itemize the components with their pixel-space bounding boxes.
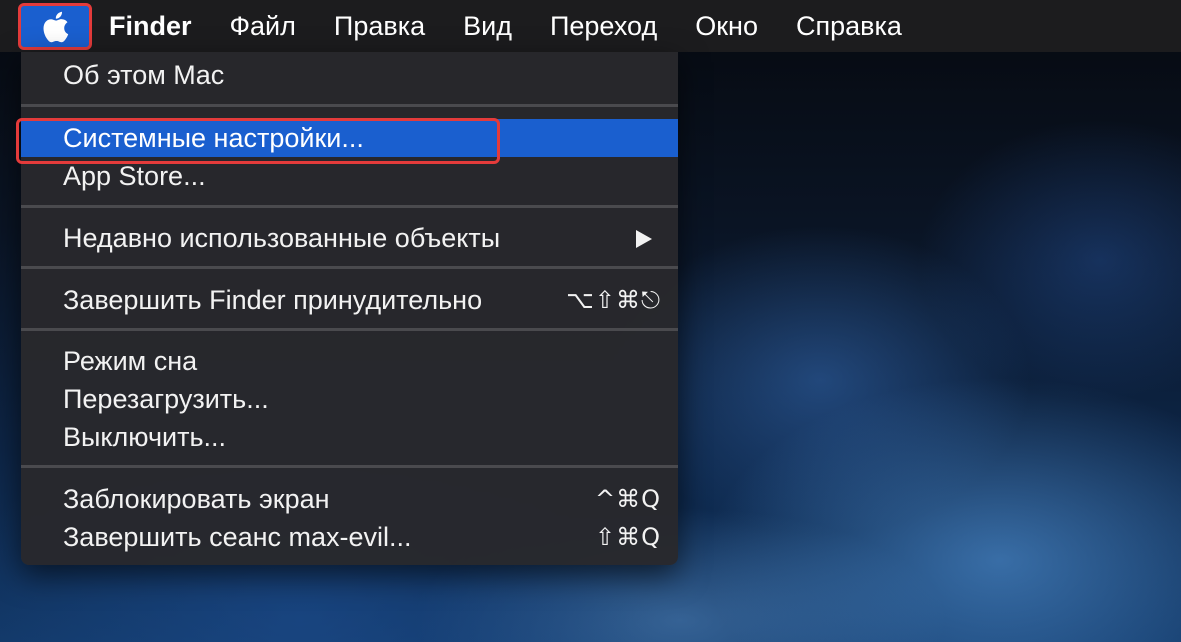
menu-separator: [21, 266, 678, 269]
menu-item-shut-down[interactable]: Выключить...: [21, 418, 678, 456]
lock-screen-shortcut: ^⌘Q: [595, 485, 661, 513]
menu-item-recent-items[interactable]: Недавно использованные объекты: [21, 219, 678, 257]
menu-item-label: Перезагрузить...: [63, 384, 269, 414]
menu-item-label: Системные настройки...: [63, 123, 364, 153]
menu-separator: [21, 205, 678, 208]
menu-item-lock-screen[interactable]: Заблокировать экран ^⌘Q: [21, 480, 678, 518]
menu-item-about-mac[interactable]: Об этом Mac: [21, 56, 678, 94]
menu-separator: [21, 328, 678, 331]
menubar-edit[interactable]: Правка: [315, 0, 444, 52]
menu-separator: [21, 465, 678, 468]
menubar-view[interactable]: Вид: [444, 0, 531, 52]
menu-item-label: Недавно использованные объекты: [63, 223, 501, 253]
apple-menu-button[interactable]: [18, 3, 92, 50]
submenu-arrow-icon: [636, 230, 652, 248]
menu-item-label: Завершить сеанс max-evil...: [63, 522, 412, 552]
menu-item-restart[interactable]: Перезагрузить...: [21, 380, 678, 418]
menubar-go[interactable]: Переход: [531, 0, 676, 52]
menu-separator: [21, 104, 678, 107]
menubar-file[interactable]: Файл: [211, 0, 315, 52]
menu-item-label: Об этом Mac: [63, 60, 225, 90]
menubar-help[interactable]: Справка: [777, 0, 921, 52]
menubar-window[interactable]: Окно: [676, 0, 777, 52]
menu-item-app-store[interactable]: App Store...: [21, 157, 678, 195]
menu-item-label: Режим сна: [63, 346, 198, 376]
menubar-app-finder[interactable]: Finder: [96, 0, 211, 52]
apple-menu-cell: [0, 0, 96, 52]
desktop-background: Finder Файл Правка Вид Переход Окно Спра…: [0, 0, 1181, 642]
menu-item-label: Завершить Finder принудительно: [63, 285, 483, 315]
apple-dropdown-menu: Об этом Mac Системные настройки... App S…: [21, 52, 678, 565]
log-out-shortcut: ⇧⌘Q: [595, 523, 661, 551]
menu-bar: Finder Файл Правка Вид Переход Окно Спра…: [0, 0, 1181, 52]
menu-item-label: App Store...: [63, 161, 206, 191]
menu-item-log-out[interactable]: Завершить сеанс max-evil... ⇧⌘Q: [21, 518, 678, 556]
menu-item-system-preferences[interactable]: Системные настройки...: [21, 119, 678, 157]
menu-item-force-quit[interactable]: Завершить Finder принудительно ⌥⇧⌘⎋: [21, 281, 678, 319]
menu-item-label: Выключить...: [63, 422, 227, 452]
menu-item-sleep[interactable]: Режим сна: [21, 342, 678, 380]
apple-logo-icon: [43, 11, 69, 42]
menu-item-label: Заблокировать экран: [63, 484, 330, 514]
force-quit-shortcut: ⌥⇧⌘⎋: [566, 286, 661, 314]
